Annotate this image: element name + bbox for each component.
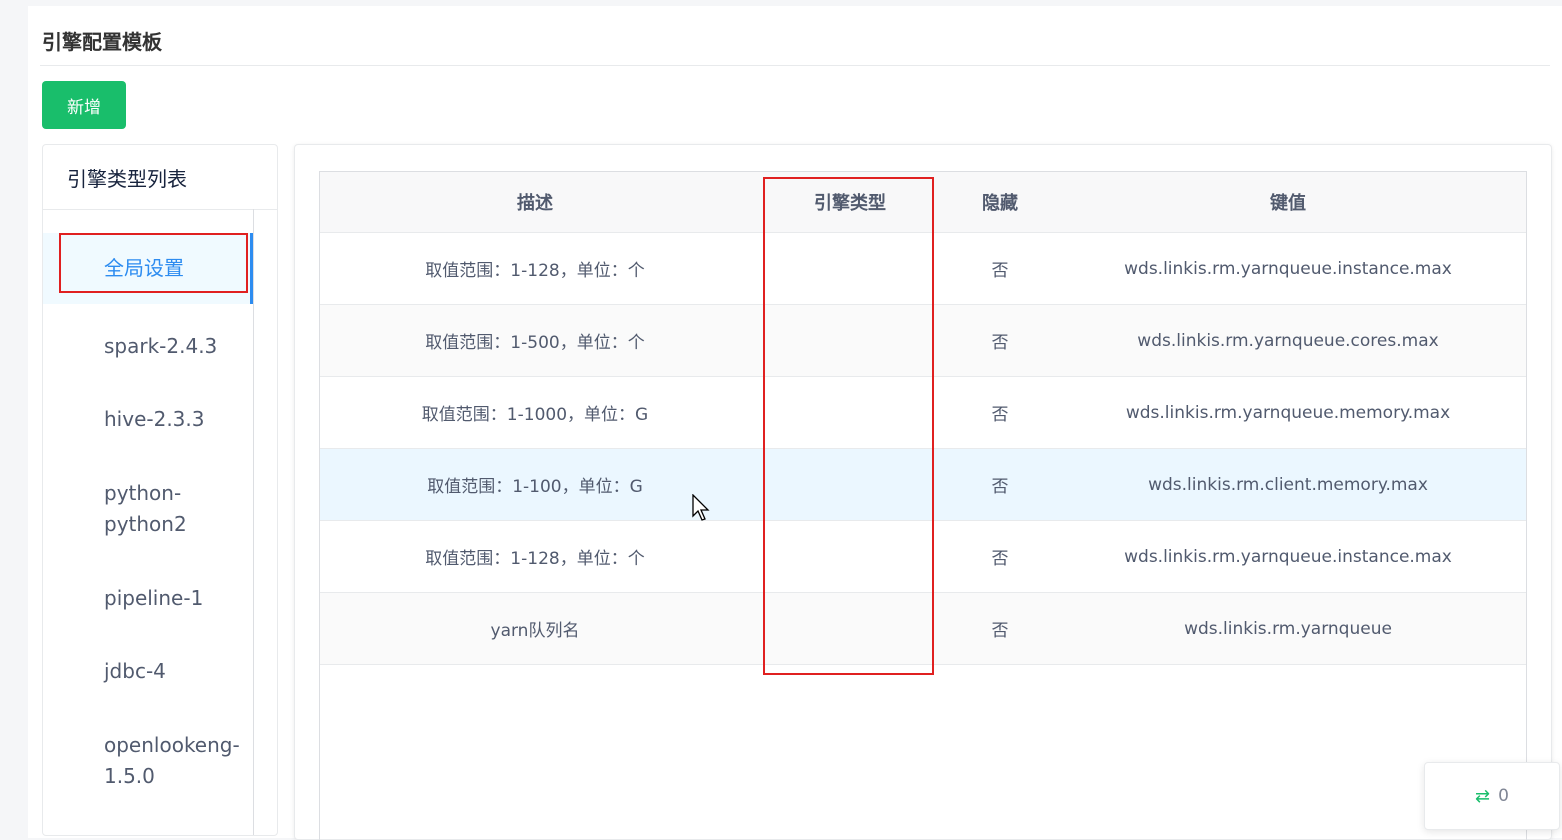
column-header-key[interactable]: 键值 bbox=[1050, 172, 1526, 232]
config-table: 描述 引擎类型 隐藏 键值 取值范围：1-128，单位：个 否 wds.link… bbox=[319, 171, 1527, 840]
column-header-description[interactable]: 描述 bbox=[320, 172, 750, 232]
cell-engine-type bbox=[750, 449, 950, 520]
config-table-panel: 描述 引擎类型 隐藏 键值 取值范围：1-128，单位：个 否 wds.link… bbox=[294, 144, 1552, 840]
sidebar-item-label: openlookeng- 1.5.0 bbox=[104, 733, 240, 788]
sidebar-header: 引擎类型列表 bbox=[43, 145, 277, 210]
table-header: 描述 引擎类型 隐藏 键值 bbox=[320, 172, 1526, 233]
table-row[interactable]: 取值范围：1-500，单位：个 否 wds.linkis.rm.yarnqueu… bbox=[320, 305, 1526, 377]
cell-key: wds.linkis.rm.yarnqueue.memory.max bbox=[1125, 402, 1451, 423]
sidebar-item-label: hive-2.3.3 bbox=[104, 407, 205, 431]
table-row[interactable]: 取值范围：1-1000，单位：G 否 wds.linkis.rm.yarnque… bbox=[320, 377, 1526, 449]
engine-type-sidebar: 引擎类型列表 全局设置 spark-2.4.3 hive-2.3.3 pytho… bbox=[42, 144, 278, 836]
sidebar-item-jdbc[interactable]: jdbc-4 bbox=[43, 656, 253, 687]
column-header-engine-type[interactable]: 引擎类型 bbox=[750, 172, 950, 232]
cell-hidden: 否 bbox=[991, 405, 1009, 425]
sidebar-item-label: spark-2.4.3 bbox=[104, 334, 218, 358]
engine-type-menu: 全局设置 spark-2.4.3 hive-2.3.3 python- pyth… bbox=[43, 209, 254, 835]
floating-status-badge[interactable]: ⇄ 0 bbox=[1424, 762, 1560, 830]
cell-hidden: 否 bbox=[991, 477, 1009, 497]
cell-description: 取值范围：1-128，单位：个 bbox=[425, 261, 645, 281]
cell-description: yarn队列名 bbox=[490, 621, 580, 641]
page-title: 引擎配置模板 bbox=[42, 30, 162, 54]
title-divider bbox=[40, 65, 1550, 66]
cell-description: 取值范围：1-128，单位：个 bbox=[425, 549, 645, 569]
swap-arrows-icon: ⇄ bbox=[1475, 785, 1491, 807]
cell-key: wds.linkis.rm.yarnqueue bbox=[1184, 618, 1392, 639]
sidebar-item-label: 全局设置 bbox=[104, 256, 184, 280]
column-header-hidden[interactable]: 隐藏 bbox=[950, 172, 1050, 232]
cell-hidden: 否 bbox=[991, 621, 1009, 641]
cell-description: 取值范围：1-500，单位：个 bbox=[425, 333, 645, 353]
cell-key: wds.linkis.rm.yarnqueue.cores.max bbox=[1137, 330, 1439, 351]
cell-engine-type bbox=[750, 305, 950, 376]
table-row[interactable]: 取值范围：1-128，单位：个 否 wds.linkis.rm.yarnqueu… bbox=[320, 521, 1526, 593]
table-row[interactable]: 取值范围：1-100，单位：G 否 wds.linkis.rm.client.m… bbox=[320, 449, 1526, 521]
mouse-cursor-icon bbox=[692, 494, 710, 521]
sidebar-item-global-settings[interactable]: 全局设置 bbox=[43, 233, 253, 304]
sidebar-item-python[interactable]: python- python2 bbox=[43, 478, 253, 540]
cell-hidden: 否 bbox=[991, 261, 1009, 281]
cell-key: wds.linkis.rm.yarnqueue.instance.max bbox=[1124, 258, 1452, 279]
cell-engine-type bbox=[750, 521, 950, 592]
table-row[interactable]: yarn队列名 否 wds.linkis.rm.yarnqueue bbox=[320, 593, 1526, 665]
sidebar-item-label: python- python2 bbox=[104, 481, 187, 536]
table-row[interactable]: 取值范围：1-128，单位：个 否 wds.linkis.rm.yarnqueu… bbox=[320, 233, 1526, 305]
cell-engine-type bbox=[750, 233, 950, 304]
cell-key: wds.linkis.rm.yarnqueue.instance.max bbox=[1124, 546, 1452, 567]
sidebar-item-label: jdbc-4 bbox=[104, 659, 166, 683]
cell-description: 取值范围：1-1000，单位：G bbox=[421, 405, 649, 425]
sidebar-item-hive[interactable]: hive-2.3.3 bbox=[43, 404, 253, 435]
cell-engine-type bbox=[750, 593, 950, 664]
page-container: 引擎配置模板 新增 引擎类型列表 全局设置 spark-2.4.3 hive-2… bbox=[28, 6, 1562, 840]
cell-description: 取值范围：1-100，单位：G bbox=[427, 477, 643, 497]
sidebar-item-spark[interactable]: spark-2.4.3 bbox=[43, 331, 253, 362]
cell-engine-type bbox=[750, 377, 950, 448]
cell-hidden: 否 bbox=[991, 549, 1009, 569]
cell-key: wds.linkis.rm.client.memory.max bbox=[1148, 474, 1428, 495]
add-button[interactable]: 新增 bbox=[42, 81, 126, 129]
cell-hidden: 否 bbox=[991, 333, 1009, 353]
badge-count: 0 bbox=[1498, 786, 1509, 806]
sidebar-item-label: pipeline-1 bbox=[104, 586, 204, 610]
sidebar-item-pipeline[interactable]: pipeline-1 bbox=[43, 583, 253, 614]
sidebar-item-openlookeng[interactable]: openlookeng- 1.5.0 bbox=[43, 730, 253, 792]
